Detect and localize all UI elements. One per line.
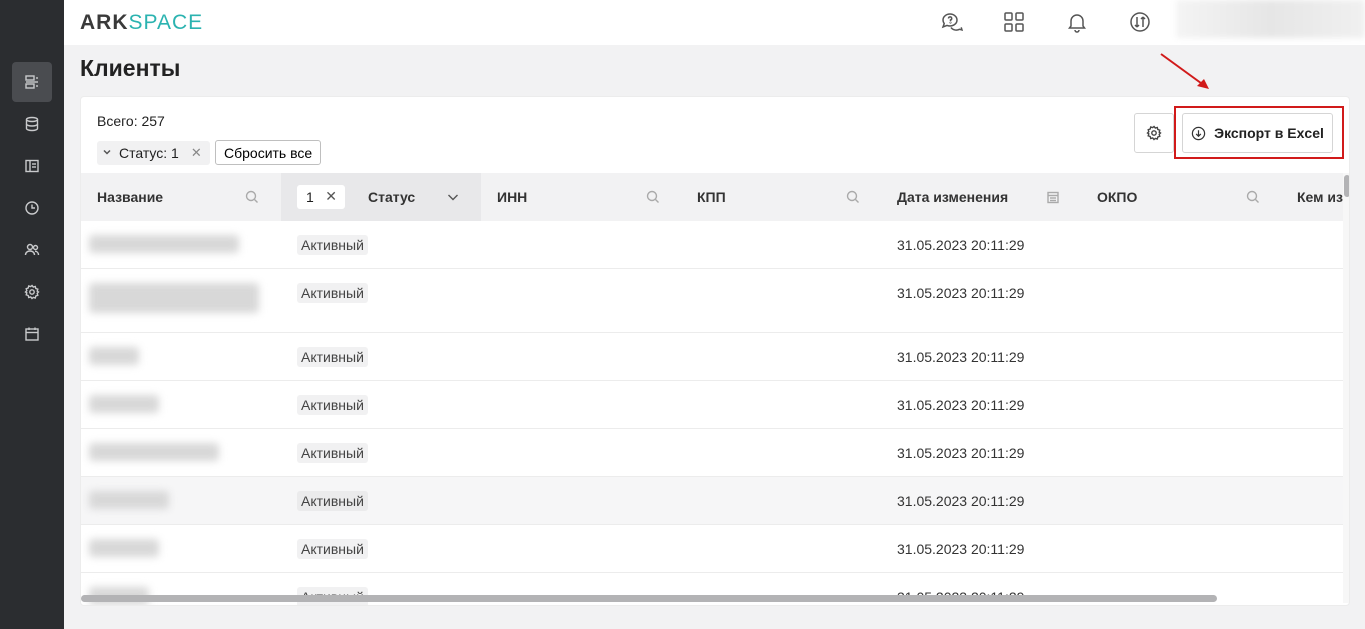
horizontal-scrollbar[interactable] xyxy=(81,595,1217,602)
client-name-blurred[interactable] xyxy=(89,491,169,509)
column-okpo-label: ОКПО xyxy=(1097,189,1138,205)
table-row[interactable]: Активный 31.05.2023 20:11:29 xyxy=(81,429,1343,477)
logo-ark-text: ARK xyxy=(80,11,129,34)
status-filter-value: 1 xyxy=(306,189,314,205)
client-name-blurred[interactable] xyxy=(89,235,239,253)
user-profile-blurred[interactable] xyxy=(1176,0,1365,38)
column-kpp-label: КПП xyxy=(697,189,726,205)
table-row[interactable]: Активный 31.05.2023 20:11:29 xyxy=(81,381,1343,429)
client-name-blurred[interactable] xyxy=(89,395,159,413)
client-name-blurred[interactable] xyxy=(89,347,139,365)
layout-icon xyxy=(25,159,39,173)
vertical-scrollbar[interactable] xyxy=(1343,173,1349,603)
top-bar: ARKSPACE xyxy=(64,0,1365,45)
table-settings-button[interactable] xyxy=(1134,113,1174,153)
column-date-label: Дата изменения xyxy=(897,189,1009,205)
sidebar-item-calendar[interactable] xyxy=(12,314,52,354)
status-badge: Активный xyxy=(297,283,368,303)
column-inn-label: ИНН xyxy=(497,189,528,205)
database-icon xyxy=(25,116,39,132)
search-icon[interactable] xyxy=(1246,173,1262,221)
sidebar-item-database[interactable] xyxy=(12,104,52,144)
status-filter-input[interactable]: 1 ✕ xyxy=(297,185,345,209)
date-cell: 31.05.2023 20:11:29 xyxy=(897,445,1025,461)
column-header-inn[interactable]: ИНН xyxy=(497,173,527,221)
apps-grid-icon[interactable] xyxy=(1002,10,1026,34)
date-cell: 31.05.2023 20:11:29 xyxy=(897,349,1025,365)
column-changed-by-label: Кем из xyxy=(1297,189,1343,205)
sidebar-item-layout[interactable] xyxy=(12,146,52,186)
status-badge: Активный xyxy=(297,443,368,463)
status-badge: Активный xyxy=(297,539,368,559)
status-badge: Активный xyxy=(297,395,368,415)
page-title: Клиенты xyxy=(80,55,181,81)
sidebar-item-clients[interactable] xyxy=(12,62,52,102)
bell-icon[interactable] xyxy=(1065,10,1089,34)
table-row[interactable]: Активный 31.05.2023 20:11:29 xyxy=(81,477,1343,525)
client-name-blurred[interactable] xyxy=(89,283,259,313)
table-header: Название 1 ✕ Статус ИНН КПП Дата изменен… xyxy=(81,173,1343,221)
chevron-down-icon[interactable] xyxy=(446,173,462,221)
status-badge: Активный xyxy=(297,347,368,367)
column-status-label: Статус xyxy=(368,189,416,205)
column-header-name[interactable]: Название xyxy=(97,173,163,221)
calendar-icon[interactable] xyxy=(1046,173,1062,221)
status-filter-chip-label: Статус: 1 xyxy=(119,145,179,161)
logo-space-text: SPACE xyxy=(128,11,204,34)
sync-icon[interactable] xyxy=(1128,10,1152,34)
sidebar-item-users[interactable] xyxy=(12,230,52,270)
total-count: Всего: 257 xyxy=(97,113,165,129)
date-cell: 31.05.2023 20:11:29 xyxy=(897,237,1025,253)
clock-icon xyxy=(25,201,39,215)
reset-filters-button[interactable]: Сбросить все xyxy=(215,140,322,165)
date-cell: 31.05.2023 20:11:29 xyxy=(897,285,1025,301)
search-icon[interactable] xyxy=(245,173,265,221)
column-header-changed-by[interactable]: Кем из xyxy=(1297,173,1343,221)
vertical-scrollbar-thumb[interactable] xyxy=(1344,175,1349,197)
calendar-icon xyxy=(25,327,39,341)
date-cell: 31.05.2023 20:11:29 xyxy=(897,541,1025,557)
settings-icon xyxy=(24,284,40,300)
table-row[interactable]: Активный 31.05.2023 20:11:29 xyxy=(81,221,1343,269)
date-cell: 31.05.2023 20:11:29 xyxy=(897,493,1025,509)
close-icon[interactable]: ✕ xyxy=(191,145,202,161)
gear-icon xyxy=(1146,125,1162,141)
sidebar xyxy=(0,0,64,629)
chevron-down-icon[interactable] xyxy=(101,145,113,161)
status-column-label-wrap: Статус xyxy=(368,173,415,221)
table-row[interactable]: Активный 31.05.2023 20:11:29 xyxy=(81,269,1343,333)
users-icon xyxy=(24,243,40,256)
sidebar-item-settings[interactable] xyxy=(12,272,52,312)
column-name-label: Название xyxy=(97,189,164,205)
column-header-date[interactable]: Дата изменения xyxy=(897,173,1008,221)
status-badge: Активный xyxy=(297,491,368,511)
table-row[interactable]: Активный 31.05.2023 20:11:29 xyxy=(81,525,1343,573)
arkspace-logo[interactable]: ARKSPACE xyxy=(80,11,203,35)
search-icon[interactable] xyxy=(846,173,862,221)
export-button-highlight xyxy=(1174,106,1344,159)
clients-icon xyxy=(25,75,38,89)
column-header-okpo[interactable]: ОКПО xyxy=(1097,173,1137,221)
sidebar-item-history[interactable] xyxy=(12,188,52,228)
column-header-status[interactable]: 1 ✕ Статус xyxy=(281,173,481,221)
date-cell: 31.05.2023 20:11:29 xyxy=(897,397,1025,413)
table-row[interactable]: Активный 31.05.2023 20:11:29 xyxy=(81,333,1343,381)
search-icon[interactable] xyxy=(646,173,662,221)
clients-table-card: Всего: 257 Статус: 1 ✕ Сбросить все Эксп… xyxy=(80,96,1350,606)
status-filter-chip[interactable]: Статус: 1 ✕ xyxy=(97,141,210,165)
support-chat-icon[interactable] xyxy=(939,10,964,34)
client-name-blurred[interactable] xyxy=(89,539,159,557)
column-header-kpp[interactable]: КПП xyxy=(697,173,726,221)
annotation-arrow-icon xyxy=(1160,53,1209,89)
clear-filter-icon[interactable]: ✕ xyxy=(325,188,337,205)
client-name-blurred[interactable] xyxy=(89,443,219,461)
status-badge: Активный xyxy=(297,235,368,255)
